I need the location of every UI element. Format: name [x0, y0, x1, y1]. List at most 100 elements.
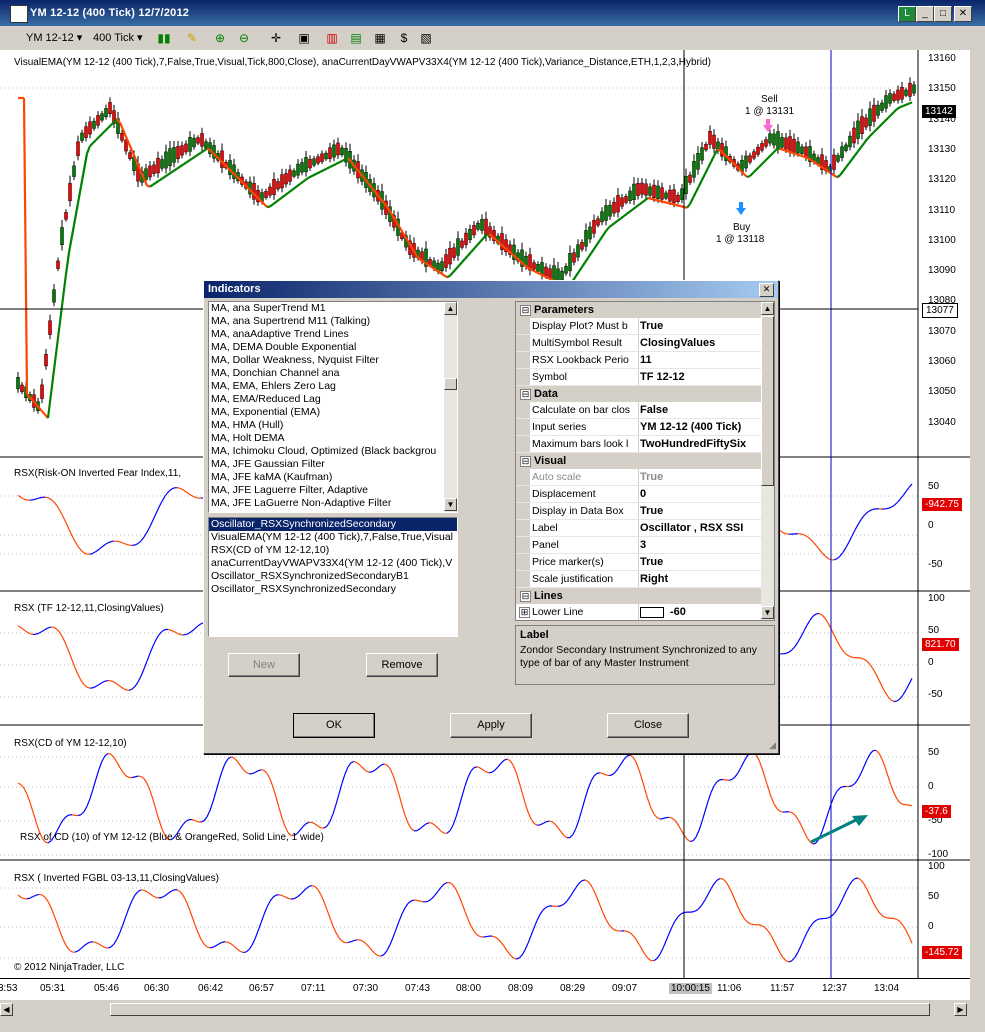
property-value[interactable]: Oscillator , RSX SSI — [640, 520, 760, 536]
chart-properties-icon[interactable]: ▦ — [372, 30, 388, 46]
indicators-icon[interactable]: ▥ — [324, 30, 340, 46]
remove-button[interactable]: Remove — [366, 653, 438, 677]
available-indicator-item[interactable]: MA, JFE Laguerre Filter, Adaptive — [209, 484, 441, 497]
available-indicators-list[interactable]: MA, ana SuperTrend M1 MA, ana Supertrend … — [208, 301, 458, 513]
property-value[interactable]: TF 12-12 — [640, 369, 760, 385]
applied-indicator-item[interactable]: VisualEMA(YM 12-12 (400 Tick),7,False,Tr… — [209, 531, 457, 544]
available-list-scrollbar[interactable]: ▲ ▼ — [444, 302, 457, 512]
applied-indicator-item[interactable]: Oscillator_RSXSynchronizedSecondaryB1 — [209, 570, 457, 583]
available-indicator-item[interactable]: MA, JFE LaGuerre Non-Adaptive Filter — [209, 497, 441, 510]
available-indicator-item[interactable]: MA, EMA/Reduced Lag — [209, 393, 441, 406]
period-selector[interactable]: 400 Tick ▾ — [93, 30, 143, 46]
collapse-icon[interactable]: ⊟ — [520, 305, 531, 316]
strategies-icon[interactable]: ▤ — [348, 30, 364, 46]
close-window-button[interactable]: ✕ — [954, 6, 972, 22]
list-scroll-down[interactable]: ▼ — [444, 498, 457, 511]
properties-scrollbar[interactable]: ▲ ▼ — [761, 302, 774, 620]
property-value[interactable]: -60 — [640, 604, 760, 620]
property-row[interactable]: Panel 3 — [516, 537, 774, 554]
zoom-in-icon[interactable]: ⊕ — [212, 30, 228, 46]
property-value[interactable]: ClosingValues — [640, 335, 760, 351]
dollar-icon[interactable]: $ — [396, 30, 412, 46]
drawing-pencil-icon[interactable]: ✎ — [184, 30, 200, 46]
instrument-selector[interactable]: YM 12-12 ▾ — [26, 30, 82, 46]
property-category[interactable]: ⊟ Visual — [516, 453, 774, 469]
property-category[interactable]: ⊟ Parameters — [516, 302, 774, 318]
scroll-thumb[interactable] — [110, 1003, 930, 1016]
property-value[interactable]: Right — [640, 571, 760, 587]
scroll-right-button[interactable]: ▶ — [954, 1003, 967, 1016]
property-value[interactable]: True — [640, 469, 760, 485]
property-row[interactable]: Input series YM 12-12 (400 Tick) — [516, 419, 774, 436]
scroll-left-button[interactable]: ◀ — [0, 1003, 13, 1016]
available-indicator-item[interactable]: MA, Ichimoku Cloud, Optimized (Black bac… — [209, 445, 441, 458]
collapse-icon[interactable]: ⊟ — [520, 591, 531, 602]
vertical-scrollbar[interactable] — [970, 26, 985, 1032]
dialog-close-icon[interactable]: ✕ — [759, 283, 774, 297]
available-indicator-item[interactable]: MA, JFE Gaussian Filter — [209, 458, 441, 471]
property-row[interactable]: ⊞ Lower Line -60 — [516, 604, 774, 620]
available-indicator-item[interactable]: MA, Holt DEMA — [209, 432, 441, 445]
available-indicator-item[interactable]: MA, Donchian Channel ana — [209, 367, 441, 380]
grid-scroll-up[interactable]: ▲ — [761, 302, 774, 315]
available-indicator-item[interactable]: MA, Dollar Weakness, Nyquist Filter — [209, 354, 441, 367]
property-row[interactable]: Symbol TF 12-12 — [516, 369, 774, 386]
property-value[interactable]: True — [640, 503, 760, 519]
applied-indicator-item[interactable]: Oscillator_RSXSynchronizedSecondary — [209, 583, 457, 596]
templates-icon[interactable]: ▧ — [418, 30, 434, 46]
available-indicator-item[interactable]: MA, DEMA Double Exponential — [209, 341, 441, 354]
available-indicator-item[interactable]: MA, ana Supertrend M11 (Talking) — [209, 315, 441, 328]
property-row[interactable]: RSX Lookback Perio 11 — [516, 352, 774, 369]
property-value[interactable]: False — [640, 402, 760, 418]
property-row[interactable]: Displacement 0 — [516, 486, 774, 503]
maximize-button[interactable]: □ — [934, 6, 952, 22]
resize-grip-icon[interactable]: ◢ — [769, 740, 776, 751]
available-indicator-item[interactable]: MA, ana SuperTrend M1 — [209, 302, 441, 315]
properties-grid[interactable]: ⊟ Parameters Display Plot? Must b True Multi… — [515, 301, 775, 621]
property-value[interactable]: 0 — [640, 486, 760, 502]
property-category[interactable]: ⊟ Data — [516, 386, 774, 402]
available-indicator-item[interactable]: MA, EMA, Ehlers Zero Lag — [209, 380, 441, 393]
bar-style-icon[interactable]: ▮▮ — [156, 30, 172, 46]
property-value[interactable]: True — [640, 318, 760, 334]
property-row[interactable]: Auto scale True — [516, 469, 774, 486]
collapse-icon[interactable]: ⊟ — [520, 456, 531, 467]
property-value[interactable]: TwoHundredFiftySix — [640, 436, 760, 452]
property-row[interactable]: MultiSymbol Result ClosingValues — [516, 335, 774, 352]
available-indicator-item[interactable]: MA, anaAdaptive Trend Lines — [209, 328, 441, 341]
link-button[interactable]: L — [898, 6, 916, 22]
available-indicator-item[interactable]: MA, HMA (Hull) — [209, 419, 441, 432]
property-row[interactable]: Label Oscillator , RSX SSI — [516, 520, 774, 537]
list-scroll-up[interactable]: ▲ — [444, 302, 457, 315]
grid-scroll-thumb[interactable] — [761, 316, 774, 486]
horizontal-scrollbar[interactable]: ◀ ▶ — [0, 1000, 970, 1020]
data-box-icon[interactable]: ▣ — [296, 30, 312, 46]
new-button[interactable]: New — [228, 653, 300, 677]
property-row[interactable]: Display Plot? Must b True — [516, 318, 774, 335]
available-indicator-item[interactable]: MA, JFE kaMA (Kaufman) — [209, 471, 441, 484]
expand-icon[interactable]: ⊞ — [519, 607, 530, 618]
property-row[interactable]: Maximum bars look l TwoHundredFiftySix — [516, 436, 774, 453]
applied-indicator-item[interactable]: Oscillator_RSXSynchronizedSecondary — [209, 518, 457, 531]
property-value[interactable]: 3 — [640, 537, 760, 553]
applied-indicator-item[interactable]: anaCurrentDayVWAPV33X4(YM 12-12 (400 Tic… — [209, 557, 457, 570]
apply-button[interactable]: Apply — [450, 713, 532, 738]
property-value[interactable]: True — [640, 554, 760, 570]
property-row[interactable]: Scale justification Right — [516, 571, 774, 588]
property-value[interactable]: YM 12-12 (400 Tick) — [640, 419, 760, 435]
property-row[interactable]: Calculate on bar clos False — [516, 402, 774, 419]
close-button[interactable]: Close — [607, 713, 689, 738]
property-row[interactable]: Display in Data Box True — [516, 503, 774, 520]
minimize-button[interactable]: _ — [916, 6, 934, 22]
property-row[interactable]: Price marker(s) True — [516, 554, 774, 571]
property-category[interactable]: ⊟ Lines — [516, 588, 774, 604]
applied-indicators-list[interactable]: Oscillator_RSXSynchronizedSecondary Visua… — [208, 517, 458, 637]
applied-indicator-item[interactable]: RSX(CD of YM 12-12,10) — [209, 544, 457, 557]
property-value[interactable]: 11 — [640, 352, 760, 368]
grid-scroll-down[interactable]: ▼ — [761, 606, 774, 619]
collapse-icon[interactable]: ⊟ — [520, 389, 531, 400]
zoom-out-icon[interactable]: ⊖ — [236, 30, 252, 46]
crosshair-icon[interactable]: ✛ — [268, 30, 284, 46]
available-indicator-item[interactable]: MA, Exponential (EMA) — [209, 406, 441, 419]
list-scroll-thumb[interactable] — [444, 378, 457, 390]
